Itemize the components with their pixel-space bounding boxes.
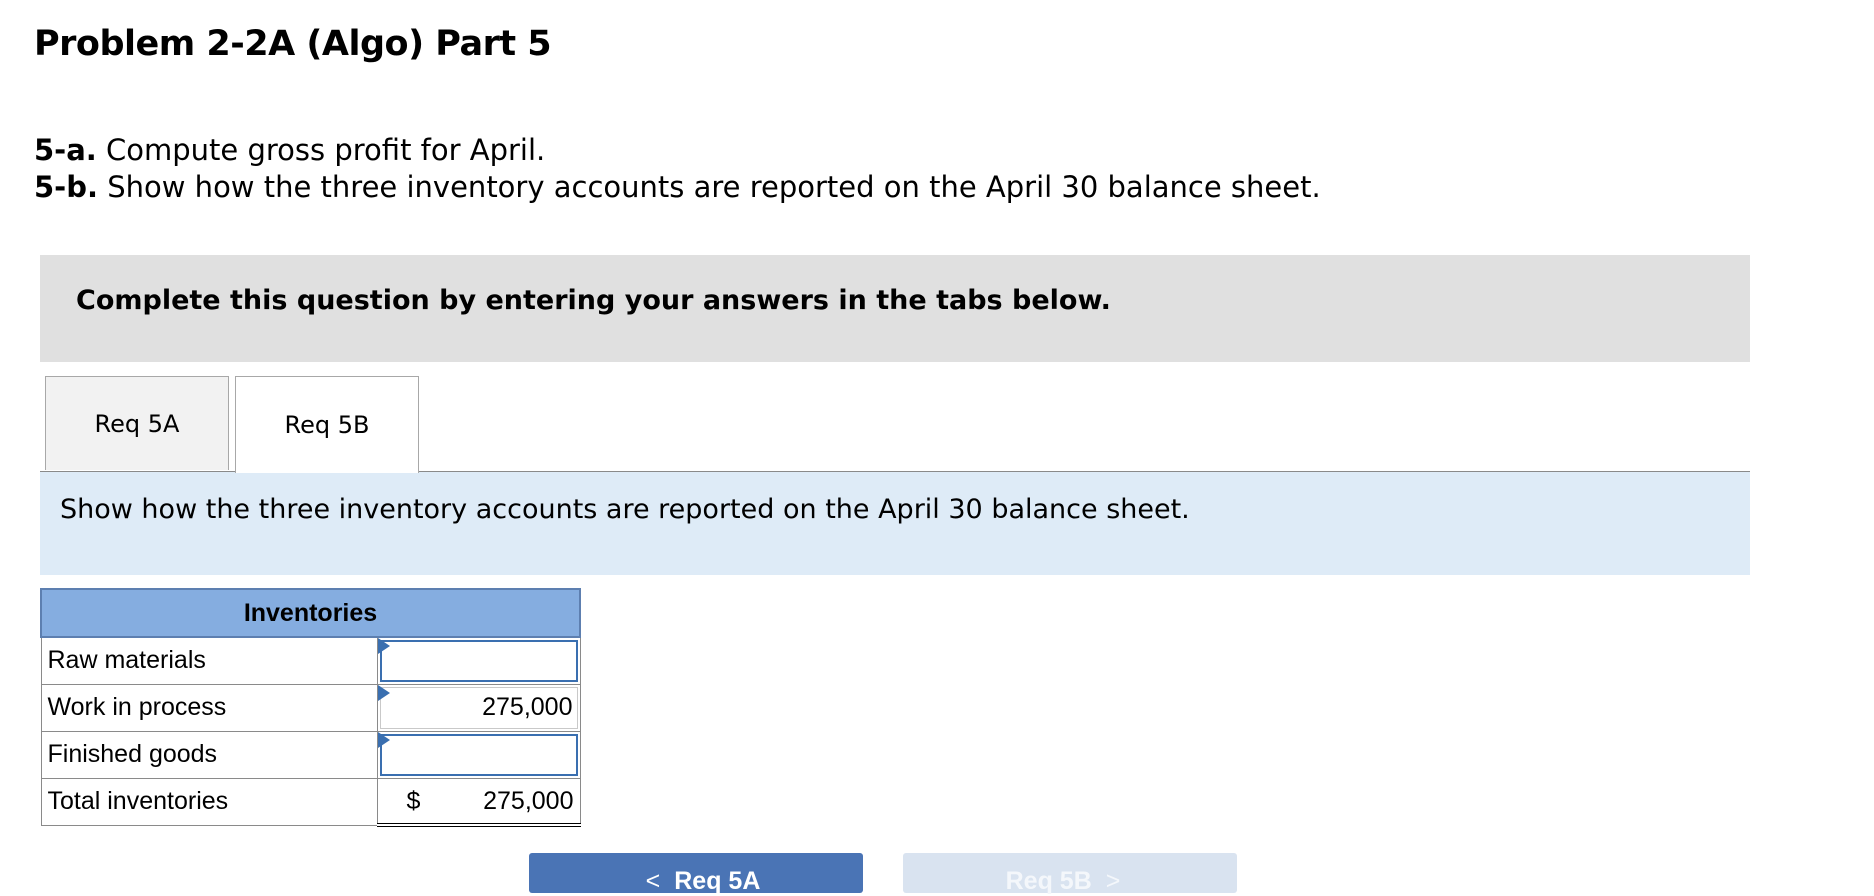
work-in-process-input[interactable]: 275,000 (380, 686, 578, 729)
total-inventories-value: 275,000 (483, 786, 574, 815)
input-flag-icon (378, 638, 391, 654)
page-title: Problem 2-2A (Algo) Part 5 (34, 24, 552, 64)
prev-req-button[interactable]: < Req 5A (529, 853, 863, 895)
currency-symbol: $ (406, 786, 421, 815)
cell-finished-goods (377, 730, 581, 779)
row-label-work-in-process: Work in process (40, 683, 379, 732)
chevron-left-icon: < (645, 867, 661, 895)
instruction-5a-label: 5-a. (34, 133, 97, 167)
inventories-table: Inventories Raw materials Work in proces… (40, 588, 581, 827)
question-prompt: Show how the three inventory accounts ar… (40, 472, 1750, 575)
cell-raw-materials (377, 636, 581, 685)
prev-req-label: Req 5A (674, 867, 761, 895)
finished-goods-input[interactable] (380, 733, 578, 776)
cell-work-in-process: 275,000 (377, 683, 581, 732)
instruction-5b-label: 5-b. (34, 170, 98, 204)
row-label-finished-goods: Finished goods (40, 730, 379, 779)
cell-total-inventories: $ 275,000 (377, 777, 581, 827)
instructions: 5-a. Compute gross profit for April. 5-b… (34, 132, 1321, 206)
tab-req-5b[interactable]: Req 5B (235, 376, 419, 473)
instruction-5a-text: Compute gross profit for April. (96, 133, 546, 167)
table-row: Finished goods (40, 730, 581, 779)
table-total-row: Total inventories $ 275,000 (40, 777, 581, 827)
next-req-button[interactable]: Req 5B > (903, 853, 1237, 895)
input-flag-icon (378, 684, 391, 701)
banner-text: Complete this question by entering your … (76, 285, 1111, 316)
table-header: Inventories (40, 588, 581, 638)
table-header-row: Inventories (40, 588, 581, 638)
instruction-5b: 5-b. Show how the three inventory accoun… (34, 169, 1321, 206)
row-label-total-inventories: Total inventories (40, 777, 379, 826)
table-row: Raw materials (40, 636, 581, 685)
instruction-banner: Complete this question by entering your … (40, 255, 1750, 362)
instruction-5b-text: Show how the three inventory accounts ar… (98, 170, 1321, 204)
tab-req-5a[interactable]: Req 5A (45, 376, 229, 470)
chevron-right-icon: > (1105, 867, 1121, 895)
instruction-5a: 5-a. Compute gross profit for April. (34, 132, 1321, 169)
next-req-label: Req 5B (1005, 867, 1092, 895)
table-row: Work in process 275,000 (40, 683, 581, 732)
tab-req-5a-label: Req 5A (94, 409, 180, 438)
input-flag-icon (378, 731, 391, 748)
tab-req-5b-label: Req 5B (284, 411, 370, 439)
prompt-text: Show how the three inventory accounts ar… (60, 494, 1190, 525)
row-label-raw-materials: Raw materials (40, 636, 379, 685)
raw-materials-input[interactable] (380, 640, 578, 682)
